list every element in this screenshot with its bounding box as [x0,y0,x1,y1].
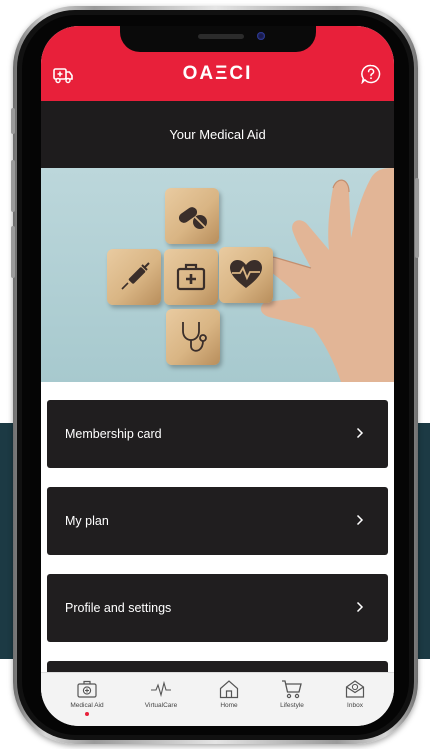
tab-inbox[interactable]: Inbox [325,679,385,709]
heart-cube [219,247,273,303]
tab-label: Home [220,702,238,709]
pill-icon [178,207,207,229]
phone-screen: ОAΞCI Your Medical Aid Membership card M… [41,26,394,726]
my-plan-item[interactable]: My plan [47,487,388,555]
syringe-icon [121,262,150,290]
notch [120,26,316,52]
pulse-icon [151,680,171,698]
syringe-cube [107,249,161,305]
tab-medical-aid[interactable]: Medical Aid [57,679,117,716]
pill-cube [165,188,219,244]
phone-side-button [11,108,15,134]
brand-logo: ОAΞCI [182,63,253,84]
phone-volume-up [11,160,15,212]
tab-label: Lifestyle [280,702,304,709]
chevron-right-icon [356,601,364,613]
cart-icon [282,680,302,699]
page-title-bar: Your Medical Aid [41,101,394,168]
menu-item-label: Profile and settings [65,601,172,615]
menu-item-label: My plan [65,514,109,528]
bottom-tab-bar: Medical Aid VirtualCare Home Lifestyle I… [41,672,394,726]
chevron-right-icon [356,514,364,526]
menu-list: Membership card My plan Profile and sett… [41,382,394,681]
tab-virtualcare[interactable]: VirtualCare [131,679,191,709]
stethoscope-cube [166,309,220,365]
inbox-icon [345,680,365,698]
stethoscope-icon [182,322,207,352]
tab-label: Inbox [347,702,363,709]
tab-label: VirtualCare [144,702,178,709]
chevron-right-icon [356,427,364,439]
heart-rate-icon [230,260,262,288]
tab-home[interactable]: Home [199,679,259,709]
tab-label: Medical Aid [70,702,104,709]
front-camera [257,32,265,40]
medical-kit-cube [164,249,218,305]
medical-kit-icon [77,680,97,698]
active-indicator [85,712,89,716]
menu-item-label: Membership card [65,427,162,441]
phone-power-button [415,178,419,258]
phone-volume-down [11,226,15,278]
home-icon [219,680,239,699]
tab-lifestyle[interactable]: Lifestyle [262,679,322,709]
hero-image [41,168,394,382]
first-aid-kit-icon [176,263,206,291]
membership-card-item[interactable]: Membership card [47,400,388,468]
help-icon[interactable] [361,64,381,84]
speaker [198,34,244,39]
page-title: Your Medical Aid [169,127,266,142]
profile-and-settings-item[interactable]: Profile and settings [47,574,388,642]
